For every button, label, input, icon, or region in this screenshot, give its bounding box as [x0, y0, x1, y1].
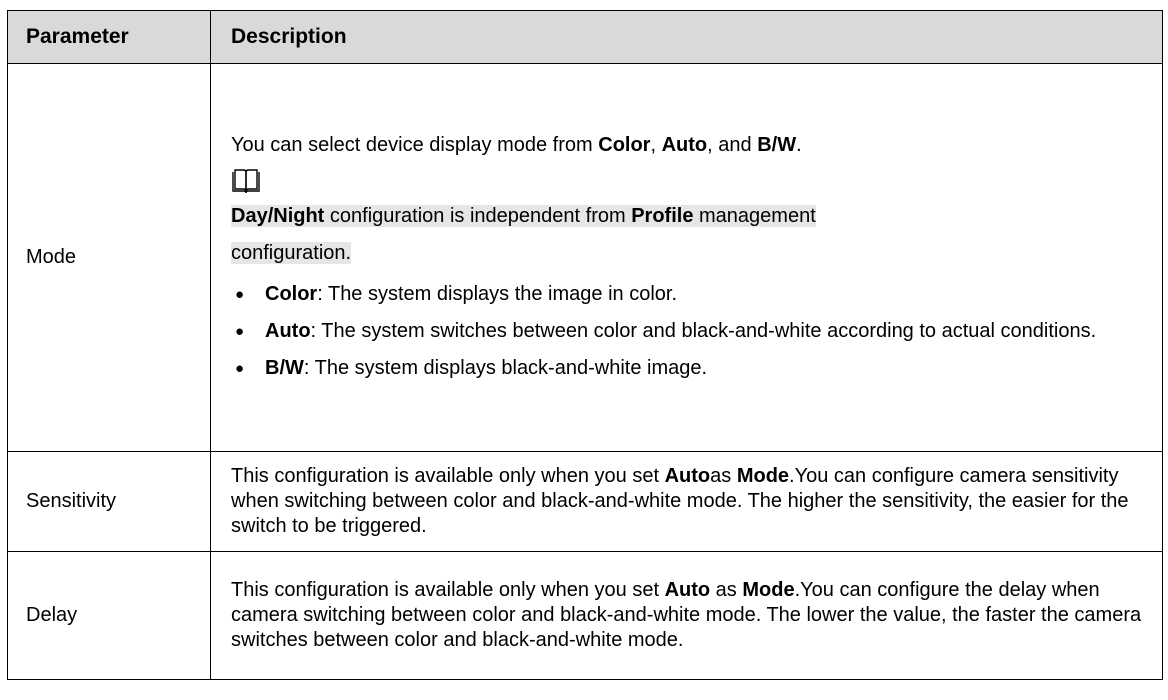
mode-bullet-list: Color: The system displays the image in … [231, 276, 1156, 387]
param-desc-delay: This configuration is available only whe… [210, 551, 1163, 680]
open-book-icon [232, 168, 260, 193]
parameter-table: Parameter Description Mode You can selec… [7, 10, 1163, 680]
table-row-delay: Delay This configuration is available on… [7, 551, 1163, 680]
param-desc-mode: You can select device display mode from … [210, 63, 1163, 452]
list-item: Auto: The system switches between color … [235, 313, 1156, 350]
param-name-sensitivity: Sensitivity [7, 451, 211, 552]
list-item: B/W: The system displays black-and-white… [235, 350, 1156, 387]
header-description: Description [210, 10, 1163, 64]
mode-intro: You can select device display mode from … [231, 133, 802, 156]
param-name-mode: Mode [7, 63, 211, 452]
table-row-sensitivity: Sensitivity This configuration is availa… [7, 451, 1163, 552]
mode-note: Day/Night configuration is independent f… [231, 204, 816, 264]
list-item: Color: The system displays the image in … [235, 276, 1156, 313]
param-name-delay: Delay [7, 551, 211, 680]
table-row-mode: Mode You can select device display mode … [7, 63, 1163, 452]
param-desc-sensitivity: This configuration is available only whe… [210, 451, 1163, 552]
header-parameter: Parameter [7, 10, 211, 64]
header-row: Parameter Description [7, 10, 1163, 64]
